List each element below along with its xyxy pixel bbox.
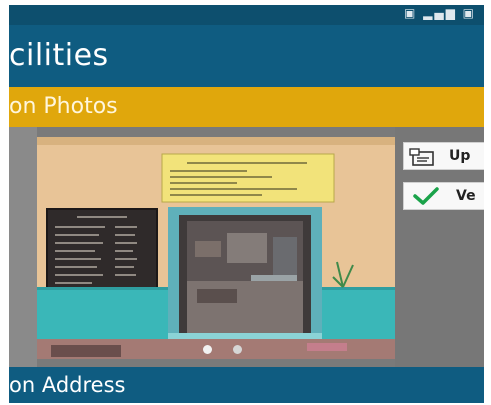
photo-actions: Up Ve xyxy=(395,127,484,367)
address-section-title: on Address xyxy=(9,373,126,397)
status-bar: ▣ ▂▄▆ ▣ xyxy=(9,5,484,25)
facility-photo xyxy=(37,137,395,359)
upload-document-icon xyxy=(409,147,435,171)
carousel-dot[interactable] xyxy=(233,345,242,354)
phone-screen: ▣ ▂▄▆ ▣ cilities on Photos Up Ve on Addr… xyxy=(9,5,484,403)
verify-label: Ve xyxy=(456,188,476,204)
verify-button[interactable]: Ve xyxy=(403,182,484,210)
photo-section: Up Ve xyxy=(9,127,484,367)
checkmark-icon xyxy=(412,186,440,210)
section-header-address: on Address xyxy=(9,367,484,403)
network-signal-icon: ▣ ▂▄▆ ▣ xyxy=(404,6,476,20)
carousel-dot-active[interactable] xyxy=(203,345,212,354)
section-title: on Photos xyxy=(9,94,118,119)
upload-button[interactable]: Up xyxy=(403,142,484,170)
previous-photo-peek[interactable] xyxy=(9,127,37,367)
app-bar: cilities xyxy=(9,25,484,87)
photo-carousel[interactable] xyxy=(37,137,395,359)
section-header-photos: on Photos xyxy=(9,87,484,127)
upload-label: Up xyxy=(449,148,471,164)
page-title: cilities xyxy=(9,38,109,73)
